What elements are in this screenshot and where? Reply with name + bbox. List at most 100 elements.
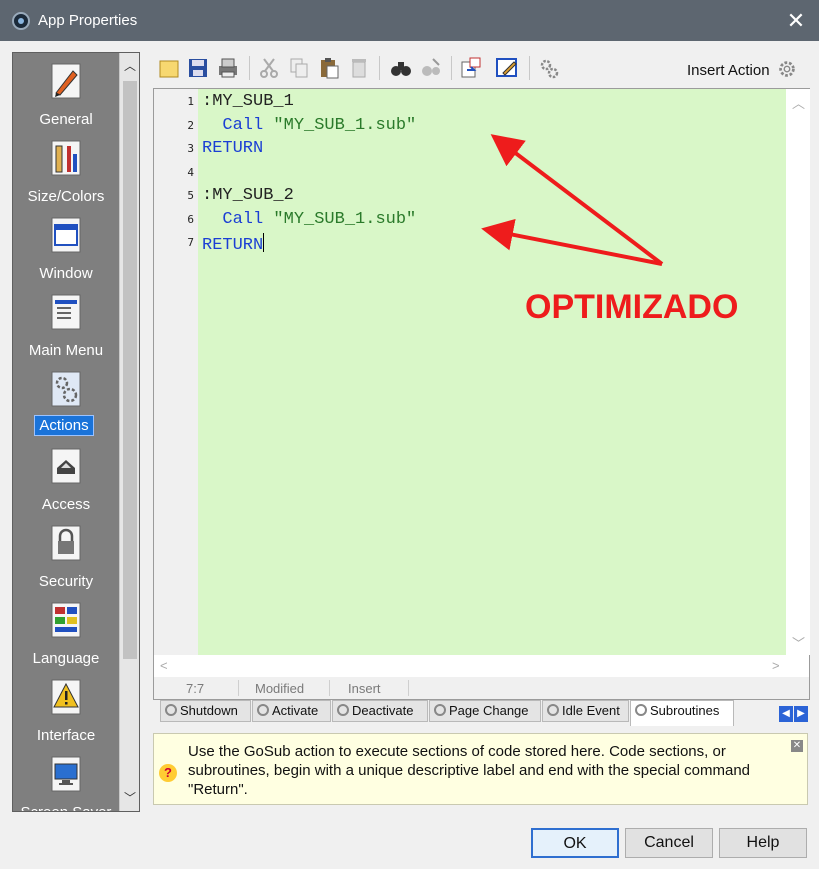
chevron-up-icon[interactable]: ︿ <box>792 93 805 112</box>
annotation-label: OPTIMIZADO <box>525 288 739 326</box>
gear-icon[interactable] <box>537 56 561 80</box>
code-line: RETURN <box>202 139 263 158</box>
title-bar: App Properties ✕ <box>0 0 819 41</box>
sidebar-item-label: Language <box>32 650 100 667</box>
tab-activate[interactable]: Activate <box>252 700 331 722</box>
sidebar-item-actions[interactable]: Actions <box>13 363 119 440</box>
text-cursor <box>263 233 265 252</box>
question-icon: ? <box>159 764 177 782</box>
chevron-right-icon[interactable]: > <box>772 658 780 673</box>
code-area[interactable]: :MY_SUB_1 Call "MY_SUB_1.sub" RETURN :MY… <box>198 89 786 655</box>
chevron-left-icon[interactable]: < <box>160 658 168 673</box>
sidebar-item-main-menu[interactable]: Main Menu <box>13 286 119 363</box>
help-panel: ? Use the GoSub action to execute sectio… <box>153 733 808 805</box>
insert-action-button[interactable]: Insert Action <box>687 58 798 80</box>
code-keyword: RETURN <box>202 139 264 158</box>
window-title: App Properties <box>38 12 138 29</box>
sidebar-item-screen-saver[interactable]: Screen Saver <box>13 748 119 811</box>
sidebar-item-language[interactable]: Language <box>13 594 119 671</box>
sidebar-item-access[interactable]: Access <box>13 440 119 517</box>
insert-action-label: Insert Action <box>687 62 770 79</box>
sidebar-item-security[interactable]: Security <box>13 517 119 594</box>
language-icon <box>51 602 81 638</box>
find-icon[interactable] <box>389 56 413 80</box>
code-keyword: Call <box>202 210 274 229</box>
sidebar-item-general[interactable]: General <box>13 55 119 132</box>
size-colors-icon <box>51 140 81 176</box>
sidebar-item-label: Security <box>38 573 94 590</box>
horizontal-scrollbar[interactable]: < > <box>154 655 809 677</box>
gear-icon <box>778 61 795 77</box>
sidebar-item-window[interactable]: Window <box>13 209 119 286</box>
cut-icon[interactable] <box>257 56 281 80</box>
new-icon[interactable] <box>157 56 181 80</box>
sidebar-item-label: General <box>39 111 93 128</box>
tab-shutdown[interactable]: Shutdown <box>160 700 251 722</box>
line-number: 3 <box>187 142 194 155</box>
gear-icon <box>547 704 559 716</box>
print-icon[interactable] <box>216 56 240 80</box>
chevron-left-icon[interactable]: ◀ <box>779 706 793 722</box>
replace-icon[interactable] <box>419 56 443 80</box>
chevron-right-icon[interactable]: ▶ <box>794 706 808 722</box>
code-string: "MY_SUB_1.sub" <box>273 116 417 135</box>
insert-code-icon[interactable] <box>459 56 483 80</box>
chevron-up-icon[interactable]: ︿ <box>120 55 139 77</box>
event-tabs: Shutdown Activate Deactivate Page Change… <box>158 700 808 726</box>
delete-icon[interactable] <box>347 56 371 80</box>
insert-mode-status: Insert <box>348 681 381 696</box>
vertical-scrollbar[interactable]: ︿ ﹀ <box>786 89 810 655</box>
tab-page-change[interactable]: Page Change <box>429 700 541 722</box>
screen-saver-icon <box>51 756 81 792</box>
code-editor[interactable]: 1 2 3 4 5 6 7 :MY_SUB_1 Call "MY_SUB_1.s… <box>153 88 810 700</box>
interface-icon <box>51 679 81 715</box>
access-icon <box>51 448 81 484</box>
help-text: Use the GoSub action to execute sections… <box>188 743 751 798</box>
tab-idle-event[interactable]: Idle Event <box>542 700 629 722</box>
code-line: :MY_SUB_2 <box>202 186 294 205</box>
sidebar-item-label: Size/Colors <box>27 188 105 205</box>
general-icon <box>51 63 81 99</box>
close-icon[interactable]: ✕ <box>782 7 810 35</box>
line-number: 5 <box>187 189 194 202</box>
chevron-down-icon[interactable]: ﹀ <box>792 633 805 652</box>
code-label: :MY_SUB_2 <box>202 186 294 205</box>
sidebar-item-interface[interactable]: Interface <box>13 671 119 748</box>
gear-icon <box>434 704 446 716</box>
chevron-down-icon[interactable]: ﹀ <box>120 787 139 809</box>
tab-deactivate[interactable]: Deactivate <box>332 700 428 722</box>
sidebar: General Size/Colors Window Main Menu Act… <box>12 52 140 812</box>
code-string: "MY_SUB_1.sub" <box>273 210 417 229</box>
sidebar-scrollbar[interactable]: ︿ ﹀ <box>119 53 139 811</box>
copy-icon[interactable] <box>287 56 311 80</box>
sidebar-scrollbar-thumb[interactable] <box>123 81 137 659</box>
gear-icon <box>337 704 349 716</box>
line-number: 2 <box>187 119 194 132</box>
paste-icon[interactable] <box>317 56 341 80</box>
gear-icon <box>165 704 177 716</box>
code-line: Call "MY_SUB_1.sub" <box>202 210 416 229</box>
save-icon[interactable] <box>186 56 210 80</box>
main-menu-icon <box>51 294 81 330</box>
line-number: 4 <box>187 166 194 179</box>
line-number: 1 <box>187 95 194 108</box>
sidebar-item-label: Window <box>39 265 93 282</box>
code-keyword: Call <box>202 116 274 135</box>
ok-button[interactable]: OK <box>531 828 619 858</box>
actions-icon <box>51 371 81 407</box>
edit-action-icon[interactable] <box>495 56 519 80</box>
code-keyword: RETURN <box>202 236 264 255</box>
close-help-icon[interactable]: ✕ <box>791 740 803 752</box>
line-number-gutter: 1 2 3 4 5 6 7 <box>154 89 198 655</box>
cancel-button[interactable]: Cancel <box>625 828 713 858</box>
code-label: :MY_SUB_1 <box>202 92 294 111</box>
line-number: 6 <box>187 213 194 226</box>
sidebar-item-label: Screen Saver <box>13 804 119 811</box>
editor-status-bar: 7:7 Modified Insert <box>154 677 809 699</box>
sidebar-item-size-colors[interactable]: Size/Colors <box>13 132 119 209</box>
window-icon <box>51 217 81 253</box>
cursor-position: 7:7 <box>186 681 205 696</box>
tab-navigation: ◀ ▶ <box>779 706 809 722</box>
help-button[interactable]: Help <box>719 828 807 858</box>
tab-subroutines[interactable]: Subroutines <box>630 700 734 726</box>
